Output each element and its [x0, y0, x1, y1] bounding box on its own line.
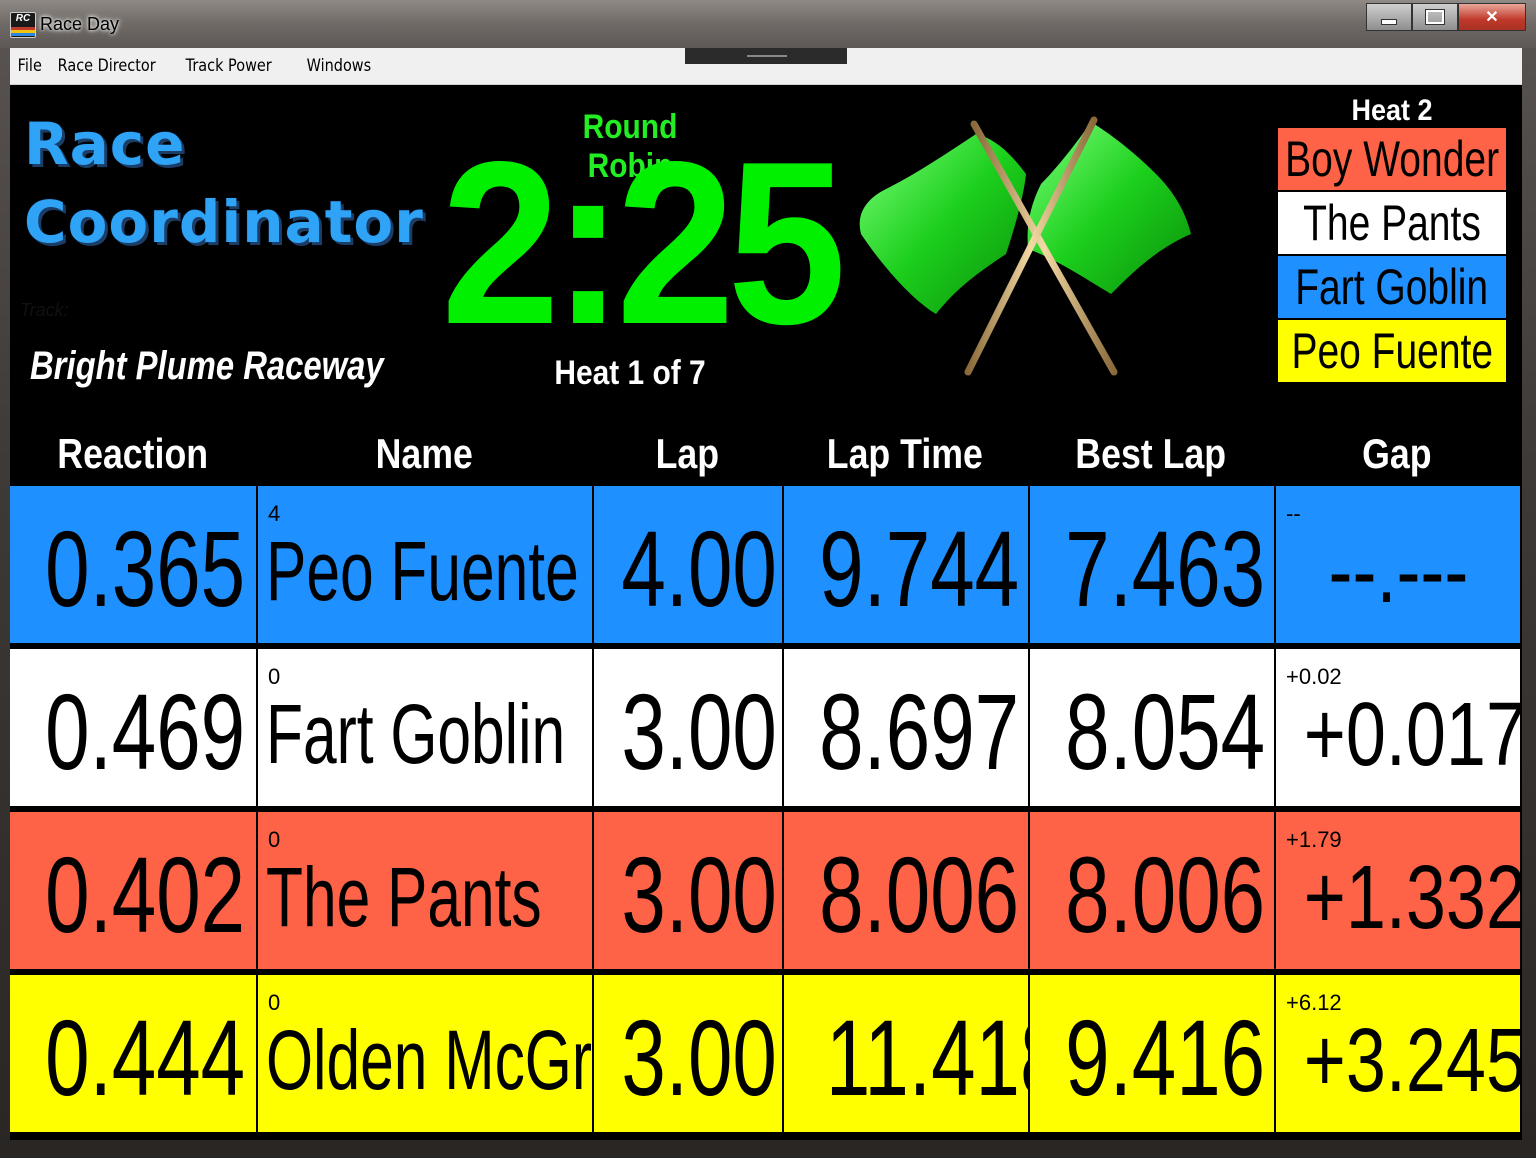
- header-best-lap: Best Lap: [1075, 430, 1227, 477]
- best-lap-cell: 7.463: [1030, 486, 1276, 646]
- gap-cell: +6.12 +3.245: [1276, 975, 1522, 1135]
- gap-value: +0.017: [1303, 685, 1522, 785]
- reaction-time: 0.365: [45, 508, 246, 629]
- next-heat-driver-name: Boy Wonder: [1285, 131, 1499, 187]
- name-cell: 0 Fart Goblin: [258, 649, 594, 809]
- header-gap: Gap: [1362, 430, 1432, 477]
- menu-windows[interactable]: Windows: [299, 56, 379, 76]
- driver-name: Fart Goblin: [266, 687, 566, 781]
- header-lap: Lap: [655, 430, 719, 477]
- header-name: Name: [375, 430, 473, 477]
- reaction-cell: 0.365: [10, 486, 258, 646]
- app-client-area: File Race Director Track Power Windows R…: [10, 48, 1522, 1140]
- header-reaction: Reaction: [57, 430, 209, 477]
- next-heat-lane: The Pants: [1278, 192, 1506, 254]
- lap-time-cell: 8.006: [784, 812, 1030, 972]
- name-cell: 0 The Pants: [258, 812, 594, 972]
- logo-line-2: Coordinator: [24, 188, 424, 256]
- lap-count: 3.00: [621, 997, 777, 1118]
- best-lap-time: 8.054: [1065, 671, 1266, 792]
- lap-cell: 3.00: [594, 649, 784, 809]
- reaction-cell: 0.469: [10, 649, 258, 809]
- race-clock: 2:25: [441, 114, 846, 373]
- reaction-time: 0.444: [45, 997, 246, 1118]
- gap-value: --.---: [1328, 522, 1468, 622]
- track-label: Track:: [20, 300, 69, 320]
- driver-position: 4: [268, 501, 281, 526]
- green-flags-icon: [859, 116, 1191, 376]
- gap-cell: -- --.---: [1276, 486, 1522, 646]
- maximize-icon: [1425, 9, 1445, 25]
- next-heat-lane: Fart Goblin: [1278, 256, 1506, 318]
- next-heat-label: Heat 2: [1351, 94, 1433, 127]
- next-heat-lane: Peo Fuente: [1278, 320, 1506, 382]
- standings-row[interactable]: 0.4440Olden McGroin3.0011.4189.416+6.12+…: [10, 975, 1522, 1135]
- driver-name: Peo Fuente: [266, 524, 579, 618]
- driver-position: 0: [268, 664, 281, 689]
- next-heat-driver-name: Peo Fuente: [1291, 323, 1493, 379]
- name-cell: 4 Peo Fuente: [258, 486, 594, 646]
- standings-row[interactable]: 0.365 4 Peo Fuente 4.00 9.744 7.463 -- --.---: [10, 486, 1522, 646]
- reaction-cell: 0.402: [10, 812, 258, 972]
- maximize-button[interactable]: [1412, 3, 1458, 31]
- next-heat-driver-name: The Pants: [1303, 195, 1481, 251]
- lap-time: 11.418: [825, 997, 1028, 1118]
- standings-row[interactable]: 0.469 0 Fart Goblin 3.00 8.697 8.054 +0.02 +0.0…: [10, 649, 1522, 809]
- best-lap-time: 9.416: [1065, 997, 1266, 1118]
- lap-cell: 4.00: [594, 486, 784, 646]
- driver-position: 0: [268, 990, 281, 1015]
- best-lap-cell: 9.416: [1030, 975, 1276, 1135]
- menu-file[interactable]: File: [10, 56, 49, 76]
- minimize-button[interactable]: [1366, 3, 1412, 31]
- minimize-icon: [1381, 19, 1397, 25]
- heat-progress: Heat 1 of 7: [554, 354, 706, 392]
- lap-time-cell: 11.418: [784, 975, 1030, 1135]
- driver-name: Olden McGroin: [266, 1013, 593, 1107]
- driver-position: 0: [268, 827, 281, 852]
- menu-track-power[interactable]: Track Power: [178, 56, 279, 76]
- close-button[interactable]: ✕: [1458, 3, 1526, 31]
- reaction-cell: 0.444: [10, 975, 258, 1135]
- track-name: Bright Plume Raceway: [30, 344, 384, 388]
- name-cell: 0Olden McGroin: [258, 975, 594, 1135]
- window-title: Race Day: [40, 14, 120, 34]
- lap-count: 4.00: [621, 508, 777, 629]
- next-heat-driver-name: Fart Goblin: [1295, 259, 1489, 315]
- app-icon[interactable]: RC: [10, 12, 36, 38]
- lap-count: 3.00: [621, 671, 777, 792]
- best-lap-time: 7.463: [1065, 508, 1266, 629]
- lap-time: 8.697: [819, 671, 1020, 792]
- logo-line-1: Race: [24, 110, 186, 178]
- reaction-time: 0.402: [45, 834, 246, 955]
- gap-cell: +1.79 +1.332: [1276, 812, 1522, 972]
- best-lap-cell: 8.054: [1030, 649, 1276, 809]
- reaction-time: 0.469: [45, 671, 246, 792]
- close-icon: ✕: [1485, 9, 1499, 26]
- gap-small: --: [1286, 501, 1301, 526]
- next-heat-lane: Boy Wonder: [1278, 128, 1506, 190]
- driver-name: The Pants: [266, 850, 542, 944]
- lap-time: 8.006: [819, 834, 1020, 955]
- lap-count: 3.00: [621, 834, 777, 955]
- header-lap-time: Lap Time: [826, 430, 984, 477]
- gap-value: +1.332: [1303, 848, 1522, 948]
- standings-row[interactable]: 0.402 0 The Pants 3.00 8.006 8.006 +1.79 +1.332: [10, 812, 1522, 972]
- lap-cell: 3.00: [594, 975, 784, 1135]
- lap-time-cell: 9.744: [784, 486, 1030, 646]
- lap-cell: 3.00: [594, 812, 784, 972]
- window-titlebar[interactable]: RC Race Day ✕: [0, 0, 1536, 48]
- menu-race-director[interactable]: Race Director: [50, 56, 163, 76]
- gap-value: +3.245: [1303, 1011, 1522, 1111]
- best-lap-time: 8.006: [1065, 834, 1266, 955]
- panel-grip-handle[interactable]: [685, 48, 847, 64]
- lap-time: 9.744: [819, 508, 1020, 629]
- lap-time-cell: 8.697: [784, 649, 1030, 809]
- gap-cell: +0.02 +0.017: [1276, 649, 1522, 809]
- best-lap-cell: 8.006: [1030, 812, 1276, 972]
